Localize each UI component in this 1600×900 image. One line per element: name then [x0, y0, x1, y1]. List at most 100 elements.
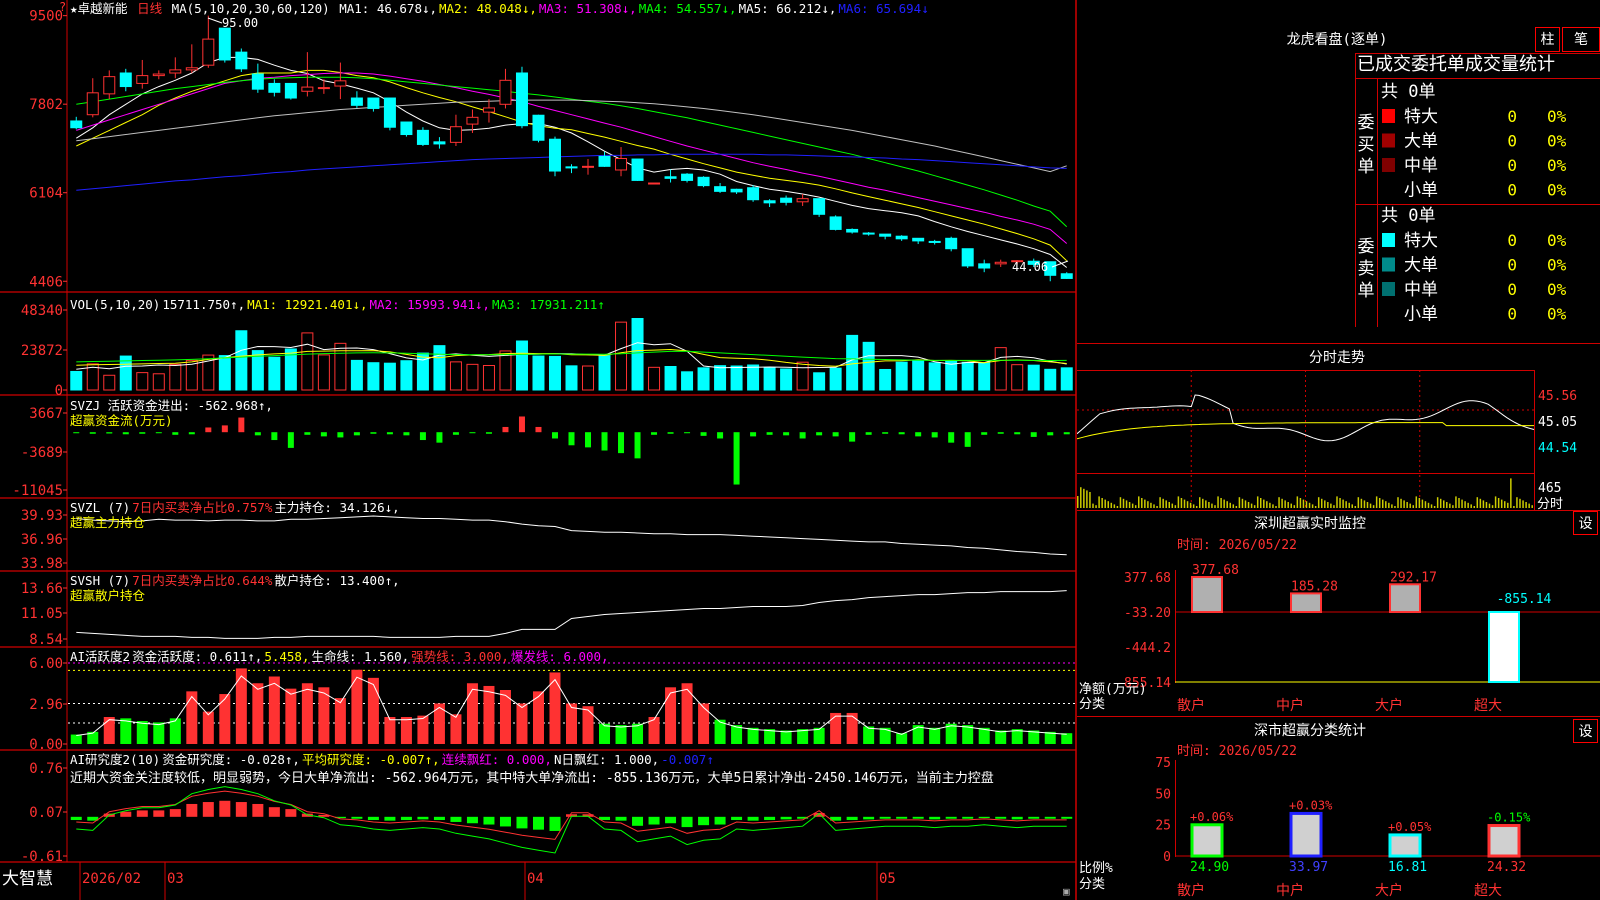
- candle-body-13: [284, 82, 297, 99]
- price-ma1-line: [76, 56, 1068, 268]
- vol-bar-30: [565, 365, 578, 391]
- ai2-bar-36: [665, 816, 677, 824]
- class-ytick-1: 50: [1155, 787, 1171, 802]
- vol-bar-48: [862, 341, 875, 391]
- svzj-bar-43: [783, 432, 790, 436]
- sell-row-swatch-0: [1382, 233, 1395, 247]
- intraday-vol-bar-58: [1253, 505, 1256, 508]
- stock-name[interactable]: ★卓越新能: [70, 1, 128, 16]
- monitor-time: 时间: 2026/05/22: [1177, 538, 1297, 553]
- vol-bar-14: [301, 332, 314, 391]
- vol-bar-46: [829, 367, 842, 391]
- ai2-bar-58: [1028, 816, 1040, 819]
- candle-body-27: [515, 72, 528, 127]
- class-unit: 比例%: [1079, 861, 1113, 876]
- stats-left-line: [1355, 53, 1356, 327]
- sell-side-label-char-1: 卖: [1358, 259, 1375, 279]
- intraday-vol-bar-111: [1415, 496, 1418, 508]
- ma-value-2: MA2: 48.048↓,: [439, 1, 537, 16]
- ai1-bar-20: [400, 717, 412, 744]
- hud-vol-item-1: 15711.750↑,: [162, 297, 246, 312]
- candle-body-60: [1060, 273, 1073, 279]
- svsh-axis-tick-1: 11.05: [21, 606, 63, 622]
- intraday-vol-bar-147: [1525, 502, 1527, 508]
- intraday-vol-bar-139: [1500, 499, 1503, 508]
- svsh-axis-tick-0: 13.66: [21, 581, 63, 597]
- vol-bar-50: [895, 361, 908, 391]
- vol-bar-19: [383, 362, 396, 391]
- intraday-vol-bar-135: [1488, 503, 1491, 508]
- vol-bar-49: [879, 368, 892, 391]
- intraday-vol-bar-66: [1278, 497, 1280, 508]
- intraday-vol-bar-115: [1427, 502, 1430, 508]
- monitor-settings-button[interactable]: 设: [1573, 511, 1598, 535]
- ai2-bar-28: [532, 816, 544, 830]
- svzj-bar-50: [898, 432, 905, 435]
- sell-row-swatch-2: [1382, 282, 1395, 296]
- ai2-bar-27: [516, 816, 528, 829]
- tab-zhu[interactable]: 柱: [1535, 27, 1560, 52]
- hud-svzj-item-0: SVZJ 活跃资金进出: -562.968↑,: [70, 398, 273, 413]
- intraday-vol-bar-37: [1189, 502, 1192, 508]
- ai1-bar-4: [136, 721, 148, 744]
- intraday-vol-bar-85: [1336, 496, 1338, 508]
- intraday-vol-bar-97: [1372, 505, 1375, 508]
- intraday-vol-bar-134: [1485, 502, 1488, 508]
- svzj-bar-44: [799, 432, 806, 439]
- vol-bar-40: [730, 365, 743, 391]
- intraday-vol-bar-146: [1522, 500, 1524, 508]
- period-label[interactable]: 日线: [137, 1, 162, 16]
- candle-body-2: [103, 76, 116, 95]
- vol-bar-52: [928, 362, 941, 391]
- ai2-bar-55: [978, 816, 990, 819]
- ai2-bar-35: [648, 816, 660, 825]
- ai2-bar-9: [219, 800, 231, 817]
- vol-bar-51: [912, 359, 925, 391]
- price-ma3-line: [76, 72, 1068, 244]
- vol-bar-26: [499, 350, 512, 391]
- candle-body-8: [202, 38, 215, 66]
- vol-bar-18: [367, 362, 380, 391]
- class-settings-button[interactable]: 设: [1573, 719, 1598, 743]
- candle-body-49: [879, 233, 892, 237]
- intraday-vol-bar-98: [1375, 496, 1378, 508]
- vol-bar-31: [582, 365, 595, 391]
- ai1-bar-56: [995, 730, 1007, 744]
- candle-body-50: [895, 235, 908, 240]
- intraday-vol-bar-121: [1446, 502, 1448, 508]
- candle-body-40: [730, 188, 743, 193]
- price-axis-tick-0: 9500: [29, 9, 63, 25]
- svzj-bar-60: [1063, 432, 1070, 435]
- tab-bi[interactable]: 笔: [1562, 27, 1600, 52]
- stats-mid-line: [1355, 204, 1600, 205]
- intraday-vol-bar-23: [1147, 501, 1149, 508]
- monitor-unit-2: 分类: [1079, 697, 1105, 712]
- candle-body-7: [185, 67, 198, 71]
- intraday-vol-bar-61: [1263, 499, 1265, 508]
- vol-bar-25: [482, 365, 495, 391]
- intraday-vol-bar-50: [1229, 502, 1231, 508]
- candle-body-4: [136, 75, 149, 84]
- ai2-bar-59: [1044, 816, 1056, 819]
- ai2-bar-25: [483, 816, 495, 825]
- class-value-2: 16.81: [1388, 860, 1427, 875]
- intraday-vol-bar-21: [1141, 498, 1143, 508]
- intraday-vol-bar-138: [1497, 498, 1500, 508]
- intraday-vol-bar-34: [1180, 498, 1183, 508]
- intraday-vol-bar-129: [1470, 504, 1472, 508]
- vol-bar-2: [103, 374, 116, 391]
- ai1-axis-tick-2: 0.00: [29, 737, 63, 753]
- ai1-bar-45: [813, 727, 825, 744]
- svsh-axis-tick-2: 8.54: [29, 632, 63, 648]
- svzj-bar-28: [535, 426, 542, 433]
- intraday-vol-bar-36: [1186, 501, 1189, 508]
- sell-row-value-1: 0: [1507, 256, 1517, 275]
- vol-bar-58: [1027, 364, 1040, 391]
- intraday-vol-bar-13: [1116, 506, 1119, 508]
- intraday-vol-bar-53: [1238, 497, 1241, 508]
- vol-bar-32: [598, 355, 611, 391]
- candle-body-51: [912, 237, 925, 242]
- sell-row-label-0: 特大: [1404, 231, 1438, 251]
- class-value-0: 24.90: [1190, 860, 1229, 875]
- vol-bar-57: [1011, 364, 1024, 391]
